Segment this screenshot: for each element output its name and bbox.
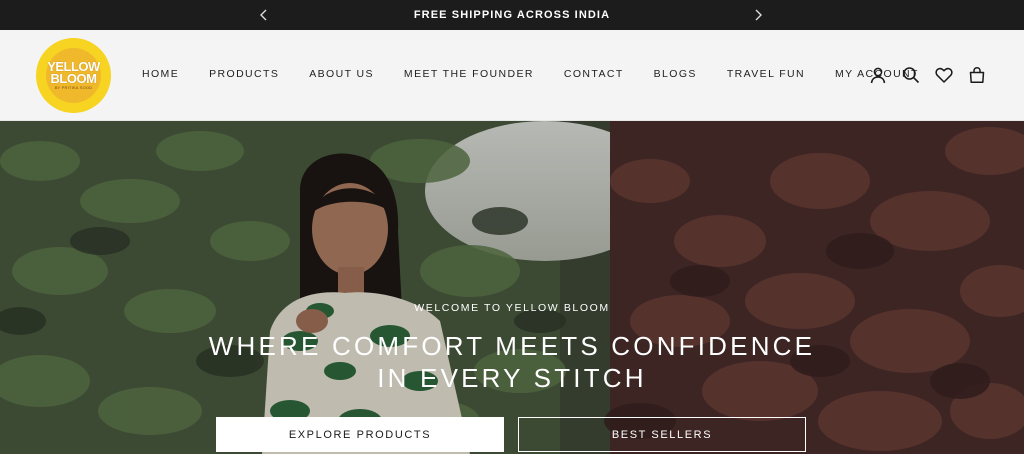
nav-item-meet-the-founder[interactable]: MEET THE FOUNDER xyxy=(404,68,534,80)
chevron-left-icon[interactable] xyxy=(255,6,273,24)
account-icon[interactable] xyxy=(869,66,887,84)
hero-headline-line-2: IN EVERY STITCH xyxy=(377,363,647,393)
nav-item-products[interactable]: PRODUCTS xyxy=(209,68,279,80)
nav-item-about-us[interactable]: ABOUT US xyxy=(309,68,374,80)
main-navigation: HOME PRODUCTS ABOUT US MEET THE FOUNDER … xyxy=(142,68,949,80)
wishlist-heart-icon[interactable] xyxy=(935,66,953,84)
search-icon[interactable] xyxy=(902,66,920,84)
best-sellers-button[interactable]: BEST SELLERS xyxy=(518,417,806,452)
hero-banner: WELCOME TO YELLOW BLOOM WHERE COMFORT ME… xyxy=(0,121,1024,454)
announcement-bar: FREE SHIPPING ACROSS INDIA xyxy=(0,0,1024,30)
nav-item-contact[interactable]: CONTACT xyxy=(564,68,624,80)
header-icons xyxy=(869,66,986,84)
nav-item-blogs[interactable]: BLOGS xyxy=(654,68,697,80)
hero-headline-line-1: WHERE COMFORT MEETS CONFIDENCE xyxy=(208,331,816,361)
site-header: YELLOW BLOOM BY PRITIKA SOOD HOME PRODUC… xyxy=(0,30,1024,121)
hero-headline: WHERE COMFORT MEETS CONFIDENCE IN EVERY … xyxy=(0,330,1024,394)
chevron-right-icon[interactable] xyxy=(749,6,767,24)
logo-line-2: BLOOM xyxy=(50,70,97,86)
cart-bag-icon[interactable] xyxy=(968,66,986,84)
announcement-text: FREE SHIPPING ACROSS INDIA xyxy=(413,9,611,21)
brand-logo[interactable]: YELLOW BLOOM BY PRITIKA SOOD xyxy=(36,38,111,113)
hero-kicker: WELCOME TO YELLOW BLOOM xyxy=(414,302,610,314)
nav-item-travel-fun[interactable]: TRAVEL FUN xyxy=(727,68,805,80)
explore-products-button[interactable]: EXPLORE PRODUCTS xyxy=(216,417,504,452)
hero-overlay xyxy=(0,121,1024,454)
logo-tagline: BY PRITIKA SOOD xyxy=(54,84,93,90)
nav-item-home[interactable]: HOME xyxy=(142,68,179,80)
